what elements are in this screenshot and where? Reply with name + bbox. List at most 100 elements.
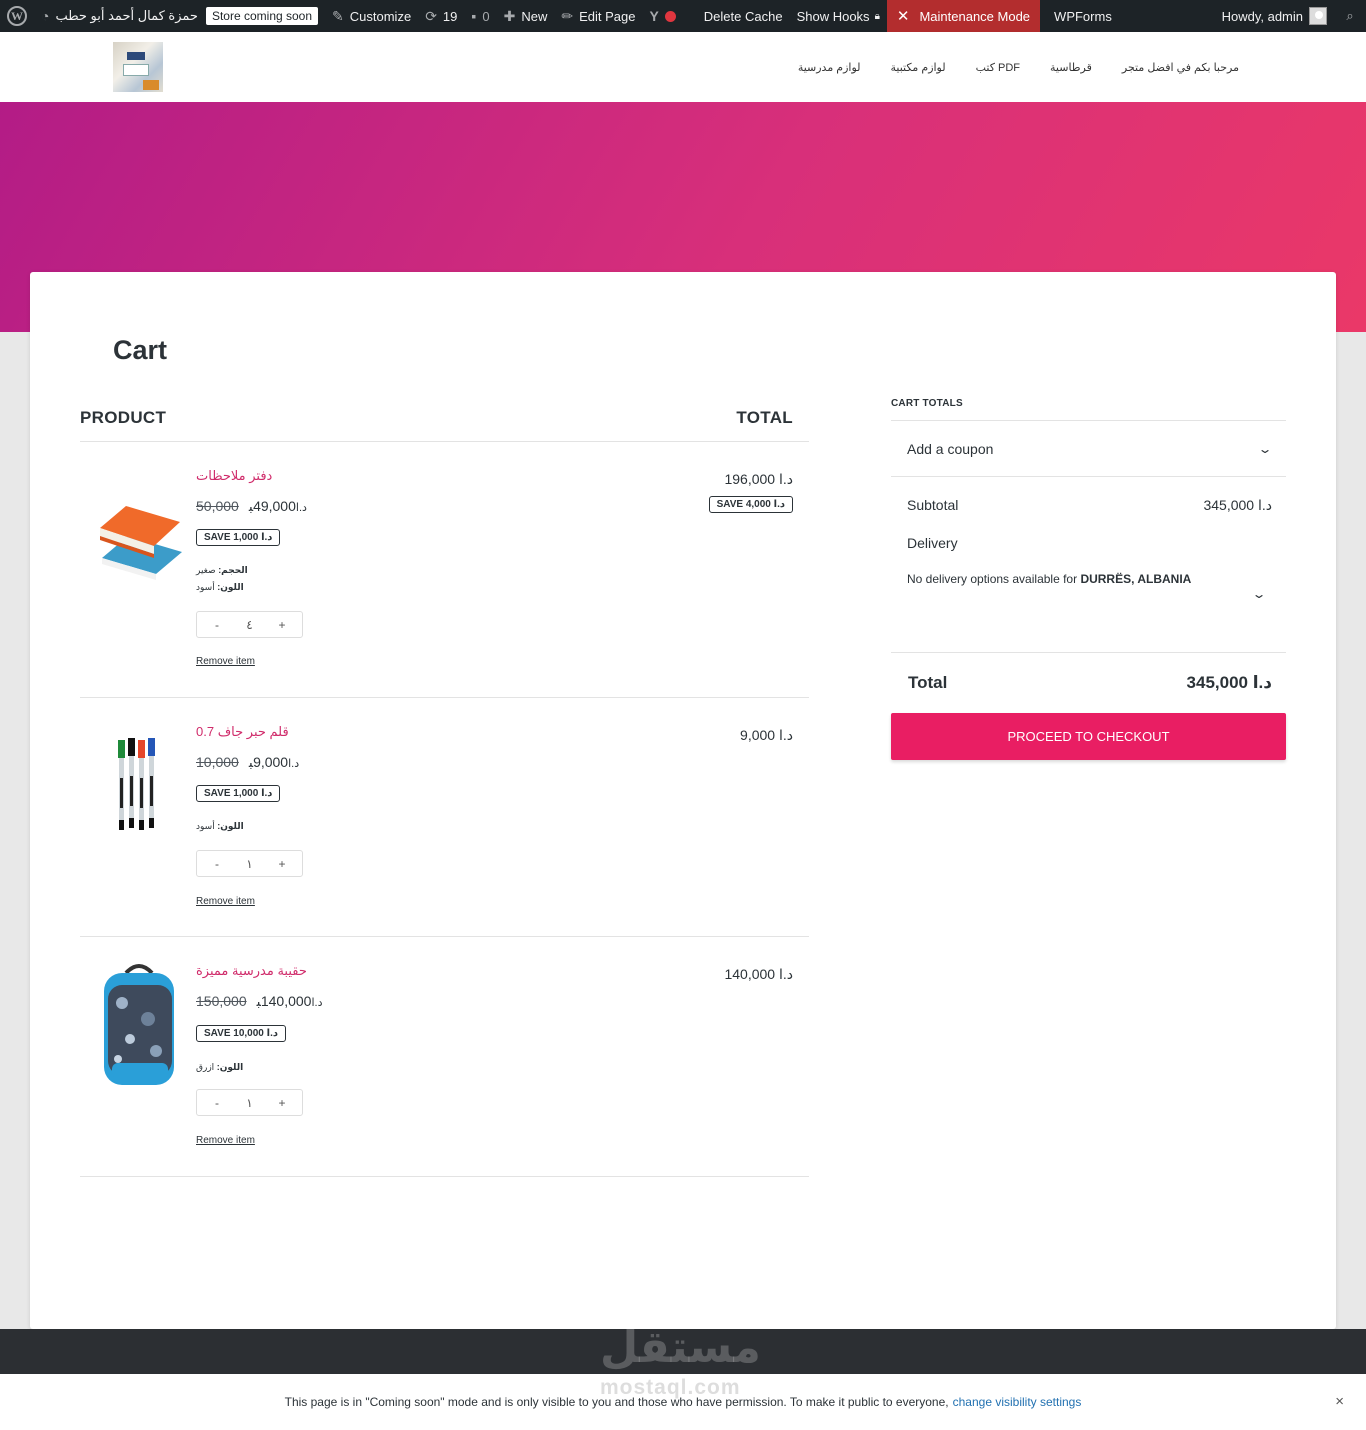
product-price: 50,000 د.ا49,000ﺒ xyxy=(196,498,311,515)
customize-link[interactable]: ✎ Customize xyxy=(325,0,418,32)
coupon-toggle[interactable]: Add a coupon ⌄ xyxy=(891,421,1286,477)
pen-image[interactable] xyxy=(96,718,182,838)
main-navigation: مرحبا بكم في افضل متجر قرطاسية كتب PDF ل… xyxy=(798,32,1239,102)
currency: د.ا xyxy=(288,758,300,770)
account-menu[interactable]: Howdy, admin xyxy=(1215,0,1334,32)
show-hooks-link[interactable]: Show Hooks 🔒︎ xyxy=(790,0,887,32)
product-meta: الحجم: صغير اللون: أسود xyxy=(196,562,248,596)
wpforms-menu[interactable]: WPForms xyxy=(1040,0,1119,32)
decrease-button[interactable]: - xyxy=(207,1096,227,1110)
regular-price: 50,000 xyxy=(196,498,239,514)
page-title: Cart xyxy=(113,335,168,365)
show-hooks-label: Show Hooks xyxy=(796,8,870,24)
cart-card: Cart PRODUCT TOTAL دفتر ملاحظات 50,000 د.… xyxy=(30,272,1336,1329)
yoast-menu[interactable]: Y xyxy=(642,0,696,32)
product-price: 10,000 د.ا9,000ﺒ xyxy=(196,754,303,771)
remove-item-link[interactable]: Remove item xyxy=(196,896,255,907)
nav-item-office-supplies[interactable]: لوازم مكتبية xyxy=(891,61,946,74)
quantity-value[interactable]: ١ xyxy=(240,857,260,871)
meta-value: صغير xyxy=(196,565,216,575)
lock-icon: 🔒︎ xyxy=(874,10,880,22)
meta-value: ازرق xyxy=(196,1062,215,1072)
dashboard-icon: ◔ xyxy=(41,8,50,24)
increase-button[interactable]: + xyxy=(272,1096,292,1110)
comments-count: 0 xyxy=(482,8,490,24)
product-column-header: PRODUCT xyxy=(80,408,167,427)
meta-label: الحجم: xyxy=(218,565,248,575)
line-total: 140,000 د.ا xyxy=(724,966,793,982)
maintenance-mode-toggle[interactable]: ✕ Maintenance Mode xyxy=(886,0,1041,32)
cart-item-backpack: حقيبة مدرسية مميزة 150,000 د.ا140,000ﺒ SA… xyxy=(80,937,809,1177)
quantity-value[interactable]: ١ xyxy=(240,1096,260,1110)
nav-item-welcome[interactable]: مرحبا بكم في افضل متجر xyxy=(1122,61,1239,74)
comment-icon: ▪ xyxy=(471,8,477,24)
quantity-stepper: - ١ + xyxy=(196,1089,303,1116)
remove-item-link[interactable]: Remove item xyxy=(196,1135,255,1146)
cart-totals-title: CART TOTALS xyxy=(891,398,1286,421)
backpack-image[interactable] xyxy=(96,959,182,1089)
customize-label: Customize xyxy=(349,8,412,24)
howdy-label: Howdy, admin xyxy=(1221,8,1303,24)
updates-icon: ⟳ xyxy=(425,7,437,24)
plus-icon: ✚ xyxy=(503,7,516,24)
edit-page-link[interactable]: ✏ Edit Page xyxy=(554,0,642,32)
wpforms-label: WPForms xyxy=(1054,8,1112,24)
site-name: حمزة كمال أحمد أبو حطب xyxy=(55,8,198,23)
cart-item-notebook: دفتر ملاحظات 50,000 د.ا49,000ﺒ SAVE 1,000… xyxy=(80,442,809,698)
decrease-button[interactable]: - xyxy=(207,857,227,871)
seo-status-dot-icon xyxy=(664,10,676,22)
delivery-note: No delivery options available for DURRËS… xyxy=(907,572,1192,586)
new-content-menu[interactable]: ✚ New xyxy=(497,0,555,32)
regular-price: 10,000 xyxy=(196,754,239,770)
change-visibility-link[interactable]: change visibility settings xyxy=(953,1395,1082,1409)
save-badge: SAVE 1,000 د.ا xyxy=(196,529,281,546)
close-icon: ✕ xyxy=(896,8,910,25)
quantity-value[interactable]: ٤ xyxy=(240,618,260,632)
delete-cache-label: Delete Cache xyxy=(703,8,783,24)
total-column-header: TOTAL xyxy=(736,408,793,427)
site-name-menu[interactable]: ◔ حمزة كمال أحمد أبو حطب Store coming so… xyxy=(34,0,325,32)
product-name-link[interactable]: دفتر ملاحظات xyxy=(196,468,272,484)
proceed-to-checkout-button[interactable]: PROCEED TO CHECKOUT xyxy=(891,713,1286,760)
product-name-link[interactable]: قلم حبر جاف 0.7 xyxy=(196,724,289,740)
coupon-label: Add a coupon xyxy=(907,440,994,457)
cart-totals: CART TOTALS Add a coupon ⌄ Subtotal 345,… xyxy=(891,398,1286,760)
grand-total: Total 345,000 د.ا xyxy=(891,653,1286,713)
yoast-icon: Y xyxy=(649,8,659,24)
site-header: مرحبا بكم في افضل متجر قرطاسية كتب PDF ل… xyxy=(0,32,1366,102)
meta-label: اللون: xyxy=(217,582,244,592)
close-icon[interactable]: × xyxy=(1335,1393,1344,1410)
maintenance-label: Maintenance Mode xyxy=(919,8,1031,24)
avatar xyxy=(1309,7,1327,25)
chevron-down-icon[interactable]: ⌄ xyxy=(1251,587,1266,601)
admin-bar: W ◔ حمزة كمال أحمد أبو حطب Store coming … xyxy=(0,0,1366,32)
watermark-text: mostaql.com xyxy=(600,1376,741,1399)
nav-item-stationery[interactable]: قرطاسية xyxy=(1050,61,1092,74)
product-name-link[interactable]: حقيبة مدرسية مميزة xyxy=(196,963,307,979)
wordpress-menu[interactable]: W xyxy=(0,0,34,32)
wordpress-logo-icon: W xyxy=(7,6,27,26)
meta-label: اللون: xyxy=(217,821,244,831)
decrease-button[interactable]: - xyxy=(207,618,227,632)
increase-button[interactable]: + xyxy=(272,857,292,871)
increase-button[interactable]: + xyxy=(272,618,292,632)
line-save-badge: SAVE 4,000 د.ا xyxy=(708,496,793,513)
quantity-stepper: - ١ + xyxy=(196,850,303,877)
store-status-badge[interactable]: Store coming soon xyxy=(205,7,319,25)
remove-item-link[interactable]: Remove item xyxy=(196,656,255,667)
updates-count: 19 xyxy=(442,8,458,24)
meta-value: أسود xyxy=(196,582,215,592)
nav-item-school-supplies[interactable]: لوازم مدرسية xyxy=(798,61,861,74)
notebook-image[interactable] xyxy=(96,466,182,596)
nav-item-pdf-books[interactable]: كتب PDF xyxy=(976,61,1020,74)
meta-value: أسود xyxy=(196,821,215,831)
currency: د.ا xyxy=(295,502,307,514)
cart-item-pen: قلم حبر جاف 0.7 10,000 د.ا9,000ﺒ SAVE 1,0… xyxy=(80,698,809,937)
site-logo[interactable] xyxy=(113,42,163,92)
search-icon[interactable]: ⌕ xyxy=(1334,0,1366,32)
updates-link[interactable]: ⟳ 19 xyxy=(418,0,464,32)
quantity-stepper: - ٤ + xyxy=(196,611,303,638)
comments-link[interactable]: ▪ 0 xyxy=(464,0,496,32)
save-badge: SAVE 10,000 د.ا xyxy=(196,1025,286,1042)
delete-cache-link[interactable]: Delete Cache xyxy=(697,0,790,32)
